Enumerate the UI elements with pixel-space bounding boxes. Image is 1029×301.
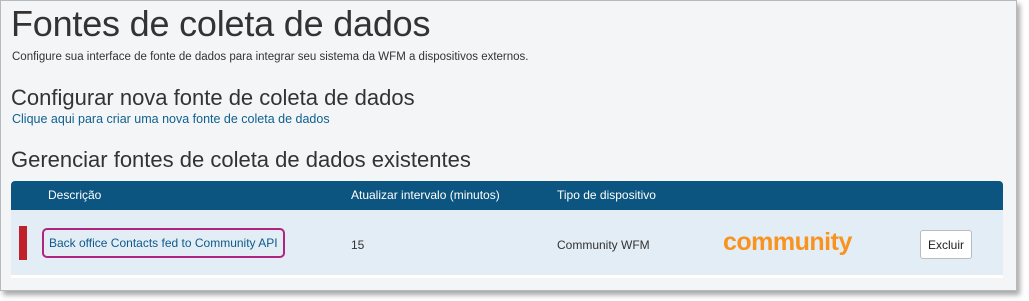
- sources-table: Descrição Atualizar intervalo (minutos) …: [11, 181, 1003, 278]
- community-logo: community: [723, 228, 852, 256]
- column-header-device-type: Tipo de dispositivo: [557, 188, 656, 202]
- cell-device-type: Community WFM: [557, 238, 650, 252]
- configure-heading: Configurar nova fonte de coleta de dados: [11, 85, 415, 110]
- table-header: Descrição Atualizar intervalo (minutos) …: [11, 181, 1003, 210]
- status-indicator: [19, 226, 27, 260]
- table-row: Back office Contacts fed to Community AP…: [11, 210, 1003, 278]
- column-header-interval: Atualizar intervalo (minutos): [351, 188, 500, 202]
- create-source-link[interactable]: Clique aqui para criar uma nova fonte de…: [12, 112, 330, 126]
- column-header-description: Descrição: [48, 188, 102, 202]
- cell-interval: 15: [351, 238, 365, 252]
- page-panel: Fontes de coleta de dados Configure sua …: [0, 0, 1017, 291]
- page-subtitle: Configure sua interface de fonte de dado…: [12, 51, 529, 63]
- source-description-link[interactable]: Back office Contacts fed to Community AP…: [42, 228, 285, 258]
- delete-button[interactable]: Excluir: [920, 230, 972, 259]
- manage-heading: Gerenciar fontes de coleta de dados exis…: [11, 147, 471, 172]
- page-title: Fontes de coleta de dados: [11, 3, 431, 44]
